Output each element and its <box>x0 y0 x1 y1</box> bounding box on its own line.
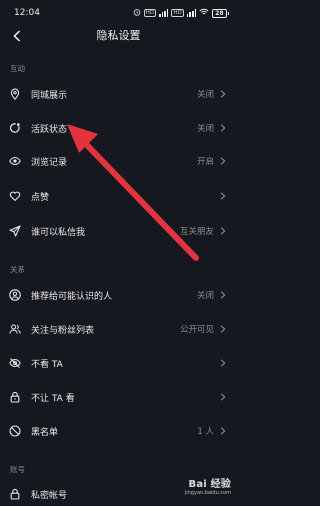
status-icons: HD HD 28 <box>133 8 229 19</box>
block-icon <box>9 425 21 437</box>
setting-row-nearby-display[interactable]: 同城展示 关闭 <box>0 82 237 106</box>
chevron-right-icon <box>220 359 226 367</box>
chevron-right-icon <box>220 192 226 200</box>
chevron-right-icon <box>220 325 226 333</box>
setting-row-likes[interactable]: 点赞 <box>0 184 237 208</box>
setting-label: 浏览记录 <box>31 157 68 168</box>
setting-value: 关闭 <box>196 90 214 100</box>
setting-label: 活跃状态 <box>31 124 68 135</box>
battery-icon: 28 <box>212 8 229 18</box>
setting-label: 黑名单 <box>31 427 59 438</box>
setting-label: 不看 TA <box>31 359 63 370</box>
battery-level: 28 <box>212 8 227 18</box>
setting-value: 互关朋友 <box>179 227 214 237</box>
chevron-right-icon <box>220 393 226 401</box>
chevron-right-icon <box>220 227 226 235</box>
setting-row-follow-fan-list[interactable]: 关注与粉丝列表 公开可见 <box>0 317 237 341</box>
eye-off-icon <box>9 358 21 368</box>
setting-label: 不让 TA 看 <box>31 393 75 404</box>
signal-icon-2 <box>186 9 197 17</box>
lock-closed-icon <box>10 488 20 500</box>
section-header-interaction: 互动 <box>10 64 25 73</box>
setting-value: 关闭 <box>196 124 214 134</box>
watermark-sub: jingyan.baidu.com <box>184 490 231 496</box>
setting-label: 同城展示 <box>31 90 68 101</box>
watermark-main: Bai 经验 <box>188 479 231 490</box>
setting-value: 1 人 <box>197 427 214 437</box>
chevron-right-icon <box>220 124 226 132</box>
setting-row-who-can-message[interactable]: 谁可以私信我 互关朋友 <box>0 219 237 243</box>
setting-label: 谁可以私信我 <box>31 227 86 238</box>
watermark-logo: Bai 经验 jingyan.baidu.com <box>185 475 231 496</box>
setting-row-browsing-history[interactable]: 浏览记录 开启 <box>0 149 237 173</box>
alarm-icon <box>133 8 141 19</box>
person-circle-icon <box>9 289 21 301</box>
setting-value: 关闭 <box>196 291 214 301</box>
setting-row-active-status[interactable]: 活跃状态 关闭 <box>0 116 237 140</box>
setting-row-blacklist[interactable]: 黑名单 1 人 <box>0 419 237 443</box>
status-time: 12:04 <box>14 8 40 18</box>
paper-plane-icon <box>9 225 21 237</box>
page-title: 隐私设置 <box>96 29 141 42</box>
nav-bar: 隐私设置 <box>0 26 237 46</box>
setting-value: 开启 <box>196 157 214 167</box>
setting-label: 关注与粉丝列表 <box>31 325 95 336</box>
hd-badge: HD <box>143 9 157 17</box>
setting-row-hide-from[interactable]: 不让 TA 看 <box>0 385 237 409</box>
chevron-right-icon <box>220 90 226 98</box>
chevron-right-icon <box>220 157 226 165</box>
wifi-icon <box>199 8 209 19</box>
eye-icon <box>9 156 21 166</box>
hd-badge-2: HD <box>171 9 184 17</box>
setting-label: 私密帐号 <box>31 490 68 501</box>
setting-value: 公开可见 <box>179 325 214 335</box>
heart-icon <box>9 191 21 202</box>
chevron-right-icon <box>220 427 226 435</box>
activity-status-icon <box>10 123 20 133</box>
setting-label: 点赞 <box>31 192 50 203</box>
status-bar: 12:04 HD HD 28 <box>0 0 237 26</box>
section-header-relationships: 关系 <box>10 265 25 274</box>
signal-icon <box>159 9 169 17</box>
setting-row-dont-watch[interactable]: 不看 TA <box>0 351 237 375</box>
setting-row-recommend-to-contacts[interactable]: 推荐给可能认识的人 关闭 <box>0 283 237 307</box>
people-icon <box>9 324 21 334</box>
section-header-account: 账号 <box>10 465 25 474</box>
setting-label: 推荐给可能认识的人 <box>31 291 113 302</box>
location-pin-icon <box>10 88 20 100</box>
chevron-right-icon <box>220 291 226 299</box>
lock-icon <box>10 391 20 403</box>
